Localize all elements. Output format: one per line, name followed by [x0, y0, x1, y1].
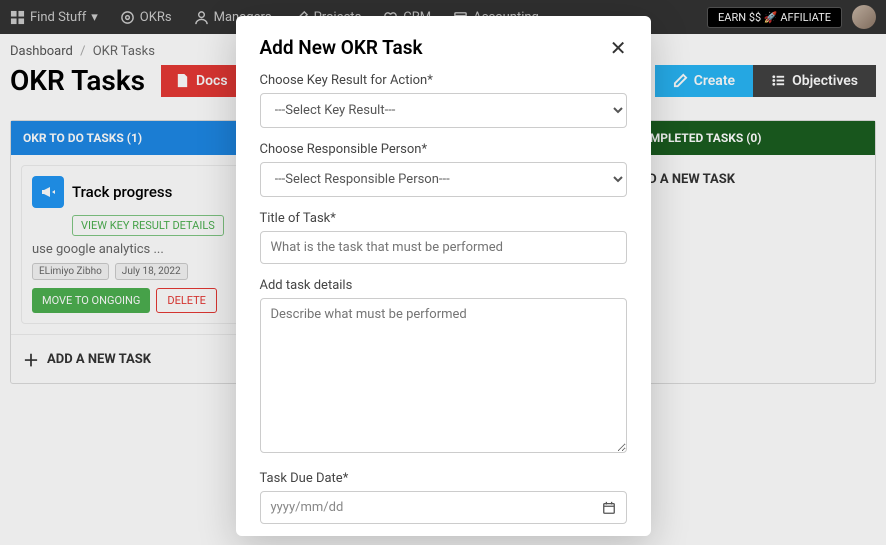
- modal-title: Add New OKR Task: [260, 36, 423, 59]
- close-icon: ✕: [610, 36, 627, 60]
- due-date-input[interactable]: yyyy/mm/dd: [260, 491, 627, 524]
- due-date-placeholder: yyyy/mm/dd: [271, 500, 344, 515]
- modal-overlay[interactable]: Add New OKR Task ✕ Choose Key Result for…: [0, 0, 886, 545]
- due-date-label: Task Due Date*: [260, 471, 627, 486]
- key-result-label: Choose Key Result for Action*: [260, 73, 627, 88]
- task-title-label: Title of Task*: [260, 211, 627, 226]
- add-okr-task-modal: Add New OKR Task ✕ Choose Key Result for…: [236, 16, 651, 536]
- task-title-input[interactable]: [260, 231, 627, 264]
- calendar-icon: [602, 501, 616, 515]
- modal-close-button[interactable]: ✕: [610, 38, 627, 58]
- task-details-label: Add task details: [260, 278, 627, 293]
- responsible-person-select[interactable]: ---Select Responsible Person---: [260, 162, 627, 197]
- responsible-person-label: Choose Responsible Person*: [260, 142, 627, 157]
- task-details-textarea[interactable]: [260, 298, 627, 453]
- key-result-select[interactable]: ---Select Key Result---: [260, 93, 627, 128]
